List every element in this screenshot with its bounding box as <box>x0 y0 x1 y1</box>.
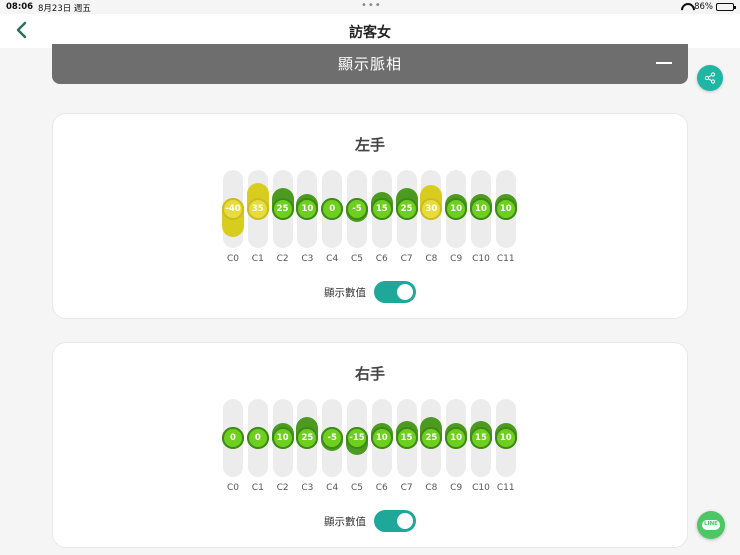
channel-value: -40 <box>222 198 244 220</box>
channel-c1: 35 C1 <box>246 170 269 266</box>
status-right: 86% <box>681 2 736 12</box>
channel-c5: -15 C5 <box>345 399 368 495</box>
channel-c10: 10 C10 <box>469 170 492 266</box>
battery-icon <box>716 3 736 11</box>
channel-c7: 15 C7 <box>395 399 418 495</box>
left-hand-card: 左手 -40 C0 35 C1 25 C2 10 C3 0 C4 -5 C5 15 C6 25 C7 30 C8 1… <box>52 113 688 319</box>
channel-row: 0 C0 0 C1 10 C2 25 C3 -5 C4 -15 C5 10 C6 15 C7 25 C8 10 C9 1… <box>222 399 517 495</box>
channel-value: 10 <box>494 198 517 220</box>
page-title: 訪客女 <box>349 25 391 41</box>
channel-c2: 25 C2 <box>271 170 294 266</box>
channel-c4: -5 C4 <box>321 399 344 495</box>
channel-c2: 10 C2 <box>271 399 294 495</box>
pulse-display-banner[interactable]: 顯示脈相 <box>52 44 688 84</box>
channel-c11: 10 C11 <box>494 399 517 495</box>
channel-value: 35 <box>246 198 269 220</box>
channel-row: -40 C0 35 C1 25 C2 10 C3 0 C4 -5 C5 15 C6 25 C7 30 C8 10 C9… <box>222 170 517 266</box>
channel-value: 0 <box>246 427 269 449</box>
channel-c5: -5 C5 <box>345 170 368 266</box>
status-date: 8月23日 週五 <box>38 4 91 14</box>
banner-title: 顯示脈相 <box>337 55 402 73</box>
status-time: 08:06 <box>6 2 34 12</box>
channel-value: -5 <box>345 198 368 220</box>
multitask-dots-icon[interactable]: ••• <box>361 0 382 11</box>
channel-value: 15 <box>395 427 418 449</box>
channel-c0: -40 C0 <box>222 170 244 266</box>
line-chat-icon[interactable]: LINE <box>697 511 725 539</box>
channel-value: 10 <box>445 427 468 449</box>
card-title: 右手 <box>354 365 385 383</box>
channel-label: C11 <box>496 483 515 493</box>
channel-value: 10 <box>271 427 294 449</box>
status-bar: 08:06 8月23日 週五 ••• 86% <box>0 0 740 14</box>
channel-c3: 25 C3 <box>296 399 319 495</box>
toggle-knob <box>397 284 413 300</box>
channel-value: 25 <box>271 198 294 220</box>
channel-value: 15 <box>370 198 393 220</box>
channel-value: 25 <box>395 198 418 220</box>
channel-c6: 10 C6 <box>370 399 393 495</box>
channel-c1: 0 C1 <box>246 399 269 495</box>
channel-c3: 10 C3 <box>296 170 319 266</box>
channel-c8: 25 C8 <box>420 399 443 495</box>
channel-c0: 0 C0 <box>222 399 244 495</box>
nav-bar: 訪客女 <box>0 14 740 48</box>
channel-c9: 10 C9 <box>445 399 468 495</box>
wifi-icon <box>681 3 691 11</box>
card-title: 左手 <box>354 136 385 154</box>
channel-c7: 25 C7 <box>395 170 418 266</box>
channel-value: 15 <box>469 427 492 449</box>
show-values-toggle[interactable] <box>374 510 416 532</box>
channel-c6: 15 C6 <box>370 170 393 266</box>
channel-value: 10 <box>469 198 492 220</box>
right-hand-card: 右手 0 C0 0 C1 10 C2 25 C3 -5 C4 -15 C5 10 C6 15 C7 25 C8 10… <box>52 342 688 548</box>
toggle-label: 顯示數值 <box>324 286 366 299</box>
channel-c9: 10 C9 <box>445 170 468 266</box>
channel-value: 10 <box>445 198 468 220</box>
channel-value: 0 <box>222 427 244 449</box>
channel-value: 10 <box>370 427 393 449</box>
channel-c11: 10 C11 <box>494 170 517 266</box>
toggle-row: 顯示數值 <box>53 510 687 532</box>
toggle-label: 顯示數值 <box>324 515 366 528</box>
line-label: LINE <box>702 520 720 530</box>
toggle-knob <box>397 513 413 529</box>
channel-c10: 15 C10 <box>469 399 492 495</box>
channel-label: C11 <box>496 254 515 264</box>
minus-icon[interactable] <box>656 62 672 64</box>
show-values-toggle[interactable] <box>374 281 416 303</box>
toggle-row: 顯示數值 <box>53 281 687 303</box>
channel-c4: 0 C4 <box>321 170 344 266</box>
channel-value: -15 <box>345 427 368 449</box>
channel-c8: 30 C8 <box>420 170 443 266</box>
battery-percent: 86% <box>694 2 713 12</box>
channel-value: 10 <box>494 427 517 449</box>
share-icon[interactable] <box>697 65 723 91</box>
